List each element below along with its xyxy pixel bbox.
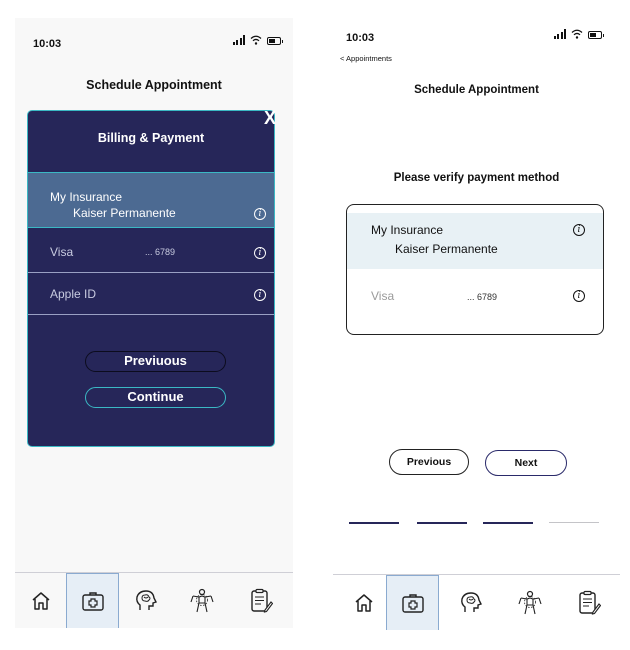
battery-icon bbox=[267, 37, 283, 45]
billing-payment-modal: Billing & Payment X My Insurance Kaiser … bbox=[27, 108, 276, 447]
status-icons bbox=[553, 29, 604, 39]
next-button[interactable]: Next bbox=[485, 450, 567, 476]
payment-option-detail: Kaiser Permanente bbox=[395, 242, 498, 256]
info-icon[interactable]: i bbox=[254, 208, 266, 220]
payment-method-card: My Insurance Kaiser Permanente i Visa ..… bbox=[346, 204, 604, 335]
payment-option-visa[interactable]: Visa ... 6789 i bbox=[347, 281, 603, 311]
verify-prompt: Please verify payment method bbox=[393, 172, 560, 184]
phone-screen-billing-modal: 10:03 Schedule Appointment Billing & Pay… bbox=[15, 18, 293, 628]
page-title: Schedule Appointment bbox=[414, 84, 539, 96]
info-icon[interactable]: i bbox=[573, 224, 585, 236]
back-link[interactable]: < Appointments bbox=[340, 54, 392, 63]
payment-option-apple-id[interactable]: Apple ID i bbox=[28, 279, 274, 313]
home-icon bbox=[32, 592, 50, 610]
brain-icon bbox=[136, 590, 157, 610]
tab-appointments[interactable] bbox=[386, 575, 439, 630]
tab-home[interactable] bbox=[341, 575, 387, 630]
payment-option-name: Apple ID bbox=[50, 287, 97, 301]
tab-body[interactable] bbox=[507, 575, 553, 630]
payment-option-insurance[interactable]: My Insurance Kaiser Permanente i bbox=[347, 213, 603, 269]
previous-button[interactable]: Previuous bbox=[85, 351, 226, 372]
medical-kit-icon bbox=[401, 594, 424, 613]
divider bbox=[28, 272, 274, 273]
brain-icon bbox=[461, 592, 482, 612]
tab-home[interactable] bbox=[18, 573, 64, 628]
payment-option-name: My Insurance bbox=[50, 190, 123, 204]
progress-step-1 bbox=[349, 522, 399, 524]
status-time: 10:03 bbox=[346, 32, 375, 44]
payment-option-name: Visa bbox=[50, 245, 74, 259]
payment-option-detail: ... 6789 bbox=[145, 247, 176, 257]
divider bbox=[28, 314, 274, 315]
tab-mental-health[interactable] bbox=[448, 575, 494, 630]
bottom-tab-bar bbox=[333, 574, 620, 630]
signal-icon bbox=[553, 29, 566, 39]
battery-icon bbox=[588, 31, 604, 39]
payment-option-visa[interactable]: Visa ... 6789 i bbox=[28, 237, 274, 271]
progress-step-3 bbox=[483, 522, 533, 524]
phone-screen-verify-payment: 10:03 < Appointments Schedule Appointmen… bbox=[333, 18, 620, 630]
progress-step-2 bbox=[417, 522, 467, 524]
payment-option-name: My Insurance bbox=[371, 223, 444, 237]
tab-records[interactable] bbox=[566, 575, 612, 630]
body-icon bbox=[190, 588, 214, 613]
wifi-icon bbox=[250, 35, 262, 45]
tab-records[interactable] bbox=[238, 573, 284, 628]
home-icon bbox=[355, 594, 373, 612]
body-icon bbox=[518, 590, 542, 615]
bottom-tab-bar bbox=[15, 572, 293, 628]
medical-kit-icon bbox=[81, 592, 104, 611]
modal-title: Billing & Payment bbox=[97, 131, 205, 145]
tab-appointments[interactable] bbox=[66, 573, 119, 628]
tab-mental-health[interactable] bbox=[123, 573, 169, 628]
tab-body[interactable] bbox=[179, 573, 225, 628]
payment-option-detail: Kaiser Permanente bbox=[73, 206, 176, 220]
info-icon[interactable]: i bbox=[573, 290, 585, 302]
page-title: Schedule Appointment bbox=[86, 78, 222, 92]
info-icon[interactable]: i bbox=[254, 289, 266, 301]
notes-icon bbox=[251, 588, 273, 613]
payment-option-detail: ... 6789 bbox=[467, 292, 498, 302]
previous-button[interactable]: Previous bbox=[389, 449, 469, 475]
progress-step-4 bbox=[549, 522, 599, 523]
status-icons bbox=[232, 35, 283, 45]
info-icon[interactable]: i bbox=[254, 247, 266, 259]
payment-option-name: Visa bbox=[371, 289, 395, 303]
wifi-icon bbox=[571, 29, 583, 39]
close-icon[interactable]: X bbox=[264, 108, 276, 129]
status-time: 10:03 bbox=[33, 38, 62, 50]
continue-button[interactable]: Continue bbox=[85, 387, 226, 408]
signal-icon bbox=[232, 35, 245, 45]
payment-option-insurance[interactable]: My Insurance Kaiser Permanente i bbox=[28, 172, 274, 228]
notes-icon bbox=[579, 590, 601, 615]
